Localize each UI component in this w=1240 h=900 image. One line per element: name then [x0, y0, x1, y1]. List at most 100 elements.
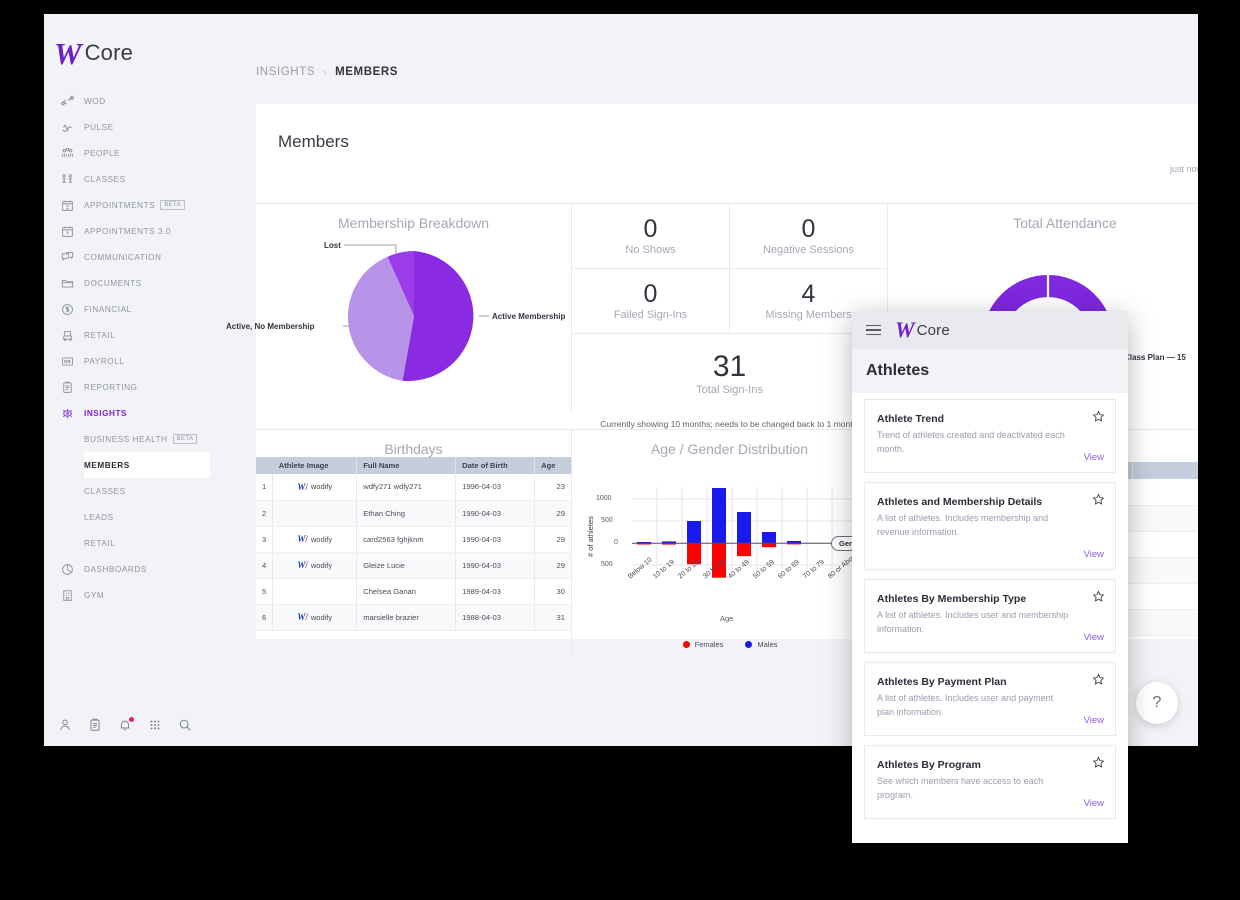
star-icon[interactable] [1092, 756, 1105, 769]
sidebar-item-communication[interactable]: COMMUNICATION [44, 244, 210, 270]
column-header-age[interactable]: Age [534, 457, 572, 474]
sidebar-item-label: REPORTING [84, 382, 138, 392]
report-card-athlete-trend[interactable]: Athlete Trend Trend of athletes created … [864, 399, 1116, 473]
wodify-logo-icon: W/wodify [297, 560, 333, 570]
breadcrumb-parent[interactable]: INSIGHTS [256, 66, 315, 78]
sidebar-item-business-health[interactable]: BUSINESS HEALTH BETA [44, 426, 210, 452]
legend-item-males[interactable]: Males [745, 640, 777, 649]
kpi-failed-signins: 0 Failed Sign-Ins [572, 268, 730, 333]
report-card-athletes-by-program[interactable]: Athletes By Program See which members ha… [864, 745, 1116, 819]
report-card-athletes-membership-details[interactable]: Athletes and Membership Details A list o… [864, 482, 1116, 570]
sidebar-item-payroll[interactable]: PAYROLL [44, 348, 210, 374]
sidebar-item-label: APPOINTMENTS 3.0 [84, 226, 172, 236]
sidebar-item-documents[interactable]: DOCUMENTS [44, 270, 210, 296]
kpi-label: No Shows [625, 243, 676, 256]
sidebar-item-appointments-3[interactable]: APPOINTMENTS 3.0 [44, 218, 210, 244]
view-link[interactable]: View [1084, 632, 1104, 643]
cell-membership-count: 3 [1132, 583, 1198, 610]
view-link[interactable]: View [1084, 549, 1104, 560]
row-index: 5 [256, 578, 274, 605]
sidebar-item-leads[interactable]: LEADS [44, 504, 210, 530]
report-description: A list of athletes. Includes user and me… [877, 610, 1069, 635]
table-row[interactable]: 4 W/wodify Gleize Lucie 1990-04-03 29 [256, 552, 572, 579]
cell-full-name: marsielle brazier [356, 604, 457, 631]
age-gender-chart: 1000 500 0 500 # of athletes Below 10 10… [572, 457, 888, 649]
clipboard-icon[interactable] [88, 718, 102, 732]
view-link[interactable]: View [1084, 452, 1104, 463]
kpi-label: Failed Sign-Ins [613, 308, 688, 321]
age-gender-distribution-panel: Age / Gender Distribution 1000 500 0 500… [572, 429, 888, 654]
report-card-athletes-by-membership-type[interactable]: Athletes By Membership Type A list of at… [864, 579, 1116, 653]
table-row[interactable]: 3 W/wodify card2563 fghjknm 1990-04-03 2… [256, 526, 572, 553]
sidebar-item-appointments[interactable]: APPOINTMENTS BETA [44, 192, 210, 218]
cell-full-name: Ethan Ching [356, 500, 457, 527]
search-icon[interactable] [178, 718, 192, 732]
star-icon[interactable] [1092, 410, 1105, 423]
report-list: Athlete Trend Trend of athletes created … [852, 393, 1128, 819]
legend-dot-females [682, 641, 690, 648]
column-header-date-of-birth[interactable]: Date of Birth [455, 457, 536, 474]
table-row[interactable]: 1 W/wodify wdfy271 wdfy271 1996-04-03 23 [256, 474, 572, 501]
y-axis-label: # of athletes [586, 516, 595, 557]
sidebar-item-label: LEADS [84, 512, 114, 522]
star-icon[interactable] [1092, 673, 1105, 686]
sidebar-item-wod[interactable]: WOD [44, 88, 210, 114]
chevron-right-icon: › [323, 66, 328, 78]
report-title: Athletes By Program [877, 759, 981, 771]
column-header-full-name[interactable]: Full Name [356, 457, 457, 474]
dollar-icon [56, 301, 78, 317]
athletes-report-panel: W Core Athletes Athlete Trend Trend of a… [852, 311, 1128, 843]
table-row[interactable]: 6 W/wodify marsielle brazier 1988-04-03 … [256, 604, 572, 631]
sidebar-item-insights[interactable]: INSIGHTS [44, 400, 210, 426]
help-button[interactable]: ? [1136, 682, 1178, 724]
hamburger-icon[interactable] [866, 324, 881, 336]
sidebar-item-insights-classes[interactable]: CLASSES [44, 478, 210, 504]
legend-item-females[interactable]: Females [682, 640, 723, 649]
column-header-membership[interactable]: ...bership [1132, 462, 1198, 479]
user-icon[interactable] [58, 718, 72, 732]
sidebar-item-insights-retail[interactable]: RETAIL [44, 530, 210, 556]
kpi-label: Missing Members [765, 308, 852, 321]
view-link[interactable]: View [1084, 715, 1104, 726]
table-row[interactable]: 2 Ethan Ching 1990-04-03 29 [256, 500, 572, 527]
kpi-value: 0 [643, 280, 658, 309]
sidebar-item-people[interactable]: PEOPLE [44, 140, 210, 166]
bell-icon[interactable] [118, 717, 134, 732]
cell-full-name: Chelsea Ganan [356, 578, 457, 605]
apps-grid-icon[interactable] [148, 718, 162, 732]
sidebar-item-members[interactable]: MEMBERS [84, 452, 210, 478]
pie-clock-icon [56, 561, 78, 577]
table-row[interactable]: 5 Chelsea Ganan 1989-04-03 30 [256, 578, 572, 605]
kpi-value: 0 [801, 215, 816, 244]
view-link[interactable]: View [1084, 798, 1104, 809]
star-icon[interactable] [1092, 493, 1105, 506]
report-card-athletes-by-payment-plan[interactable]: Athletes By Payment Plan A list of athle… [864, 662, 1116, 736]
clipboard-icon [56, 379, 78, 395]
beta-badge: BETA [172, 434, 198, 444]
cell-date-of-birth: 1989-04-03 [455, 578, 536, 605]
sidebar-item-pulse[interactable]: PULSE [44, 114, 210, 140]
sidebar-item-retail[interactable]: RETAIL [44, 322, 210, 348]
row-index: 4 [256, 552, 274, 579]
panel-title: Birthdays [384, 441, 443, 457]
column-header-athlete-image[interactable]: Athlete Image [272, 457, 358, 474]
panel-title: Age / Gender Distribution [650, 441, 809, 457]
sidebar-item-reporting[interactable]: REPORTING [44, 374, 210, 400]
sidebar-item-label: BUSINESS HEALTH [84, 434, 168, 444]
row-index: 1 [256, 474, 274, 501]
sidebar-item-financial[interactable]: FINANCIAL [44, 296, 210, 322]
sidebar: W Core WOD PULSE PEOPLE CLASSES APPOINTM… [44, 14, 210, 746]
donut-label-class-plan: Class Plan — 15 [1124, 353, 1186, 362]
cell-date-of-birth: 1990-04-03 [455, 526, 536, 553]
star-icon[interactable] [1092, 590, 1105, 603]
wodify-logo-icon: W/wodify [297, 481, 333, 492]
sidebar-item-dashboards[interactable]: DASHBOARDS [44, 556, 210, 582]
sidebar-item-classes[interactable]: CLASSES [44, 166, 210, 192]
cell-date-of-birth: 1990-04-03 [455, 500, 536, 527]
brand-logo[interactable]: W Core [44, 14, 210, 70]
modal-header: Athletes [852, 349, 1128, 393]
sidebar-item-gym[interactable]: GYM [44, 582, 210, 608]
modal-brand-logo[interactable]: W Core [895, 319, 950, 341]
sidebar-item-label: RETAIL [84, 538, 116, 548]
modal-title: Athletes [866, 362, 930, 379]
